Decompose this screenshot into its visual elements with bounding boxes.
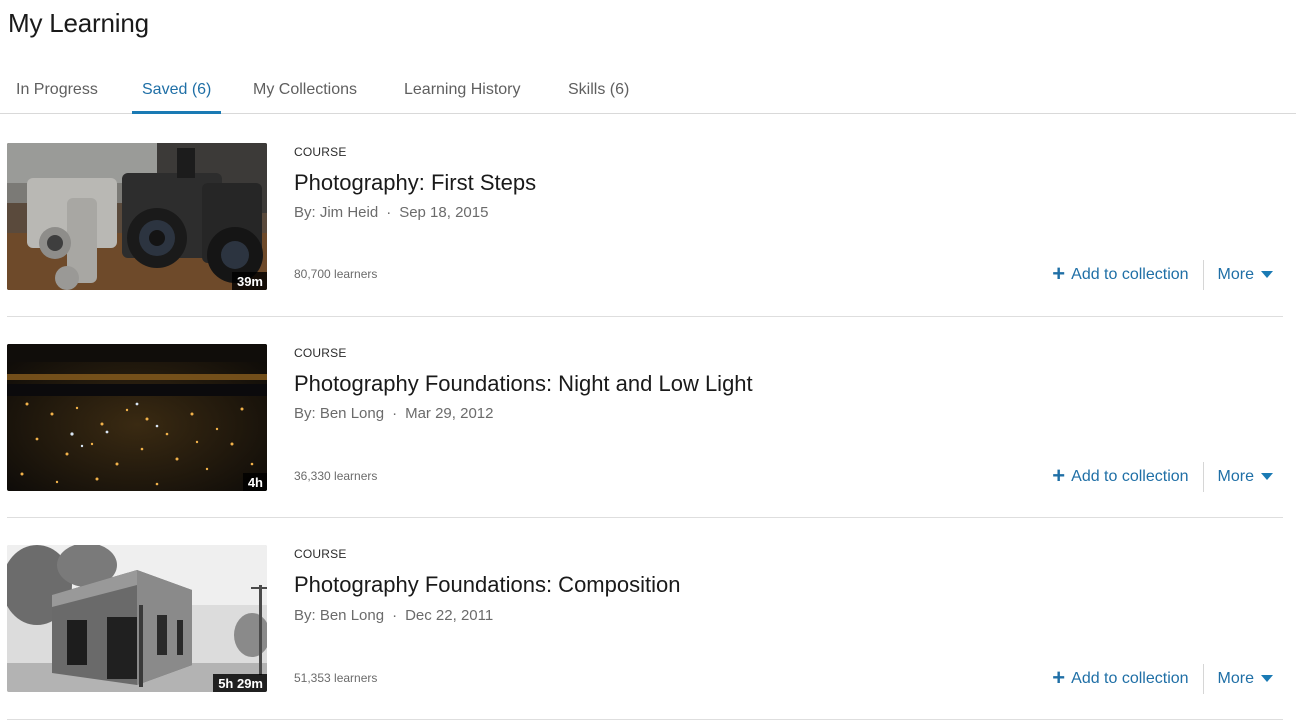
course-byline: By: Jim Heid · Sep 18, 2015: [294, 204, 488, 221]
course-title[interactable]: Photography Foundations: Composition: [294, 572, 680, 598]
learner-count: 36,330 learners: [294, 469, 378, 483]
cameras-photo-icon: [7, 143, 267, 290]
learner-count: 80,700 learners: [294, 267, 378, 281]
add-to-collection-button[interactable]: + Add to collection: [1052, 665, 1189, 690]
add-to-collection-button[interactable]: + Add to collection: [1052, 261, 1189, 286]
plus-icon: +: [1052, 261, 1066, 286]
separator-dot: ·: [386, 204, 392, 221]
duration-badge: 5h 29m: [213, 674, 267, 692]
tab-learning-history[interactable]: Learning History: [404, 66, 521, 113]
course-date: Sep 18, 2015: [399, 204, 489, 221]
tab-my-collections[interactable]: My Collections: [253, 66, 357, 113]
content-type-label: COURSE: [294, 346, 347, 360]
course-author: By: Ben Long: [294, 607, 385, 624]
tab-saved[interactable]: Saved (6): [131, 66, 222, 114]
course-list-item: 39m COURSE Photography: First Steps By: …: [7, 115, 1283, 317]
course-list-item: 5h 29m COURSE Photography Foundations: C…: [7, 518, 1283, 720]
brick-building-photo-icon: [7, 545, 267, 692]
course-date: Mar 29, 2012: [405, 405, 494, 422]
more-button[interactable]: More: [1218, 670, 1273, 688]
course-title[interactable]: Photography Foundations: Night and Low L…: [294, 371, 753, 397]
add-to-collection-label: Add to collection: [1071, 468, 1189, 485]
course-thumbnail[interactable]: 39m: [7, 143, 267, 290]
course-actions: + Add to collection More: [1052, 462, 1273, 492]
action-divider: [1202, 462, 1204, 492]
caret-down-icon: [1261, 270, 1273, 278]
plus-icon: +: [1052, 665, 1066, 690]
separator-dot: ·: [392, 405, 398, 422]
learner-count: 51,353 learners: [294, 671, 378, 685]
content-type-label: COURSE: [294, 547, 347, 561]
add-to-collection-label: Add to collection: [1071, 670, 1189, 687]
page-title: My Learning: [8, 8, 149, 38]
more-label: More: [1217, 670, 1254, 687]
caret-down-icon: [1261, 472, 1273, 480]
caret-down-icon: [1261, 674, 1273, 682]
more-label: More: [1217, 468, 1254, 485]
separator-dot: ·: [392, 607, 398, 624]
course-byline: By: Ben Long · Mar 29, 2012: [294, 405, 493, 422]
more-label: More: [1217, 266, 1254, 283]
duration-badge: 4h: [242, 473, 267, 491]
more-button[interactable]: More: [1218, 468, 1273, 486]
add-to-collection-label: Add to collection: [1071, 266, 1189, 283]
course-title[interactable]: Photography: First Steps: [294, 170, 536, 196]
course-author: By: Jim Heid: [294, 204, 379, 221]
course-list-item: 4h COURSE Photography Foundations: Night…: [7, 316, 1283, 518]
content-type-label: COURSE: [294, 145, 347, 159]
course-byline: By: Ben Long · Dec 22, 2011: [294, 607, 493, 624]
course-author: By: Ben Long: [294, 405, 385, 422]
course-actions: + Add to collection More: [1052, 664, 1273, 694]
course-thumbnail[interactable]: 4h: [7, 344, 267, 491]
more-button[interactable]: More: [1218, 266, 1273, 284]
duration-badge: 39m: [231, 272, 267, 290]
add-to-collection-button[interactable]: + Add to collection: [1052, 463, 1189, 488]
tab-skills[interactable]: Skills (6): [568, 66, 629, 113]
tab-bar: In Progress Saved (6) My Collections Lea…: [0, 66, 1296, 114]
course-actions: + Add to collection More: [1052, 260, 1273, 290]
course-date: Dec 22, 2011: [405, 607, 494, 624]
tab-in-progress[interactable]: In Progress: [16, 66, 98, 113]
plus-icon: +: [1052, 463, 1066, 488]
action-divider: [1202, 260, 1204, 290]
course-thumbnail[interactable]: 5h 29m: [7, 545, 267, 692]
night-city-photo-icon: [7, 344, 267, 491]
action-divider: [1202, 664, 1204, 694]
